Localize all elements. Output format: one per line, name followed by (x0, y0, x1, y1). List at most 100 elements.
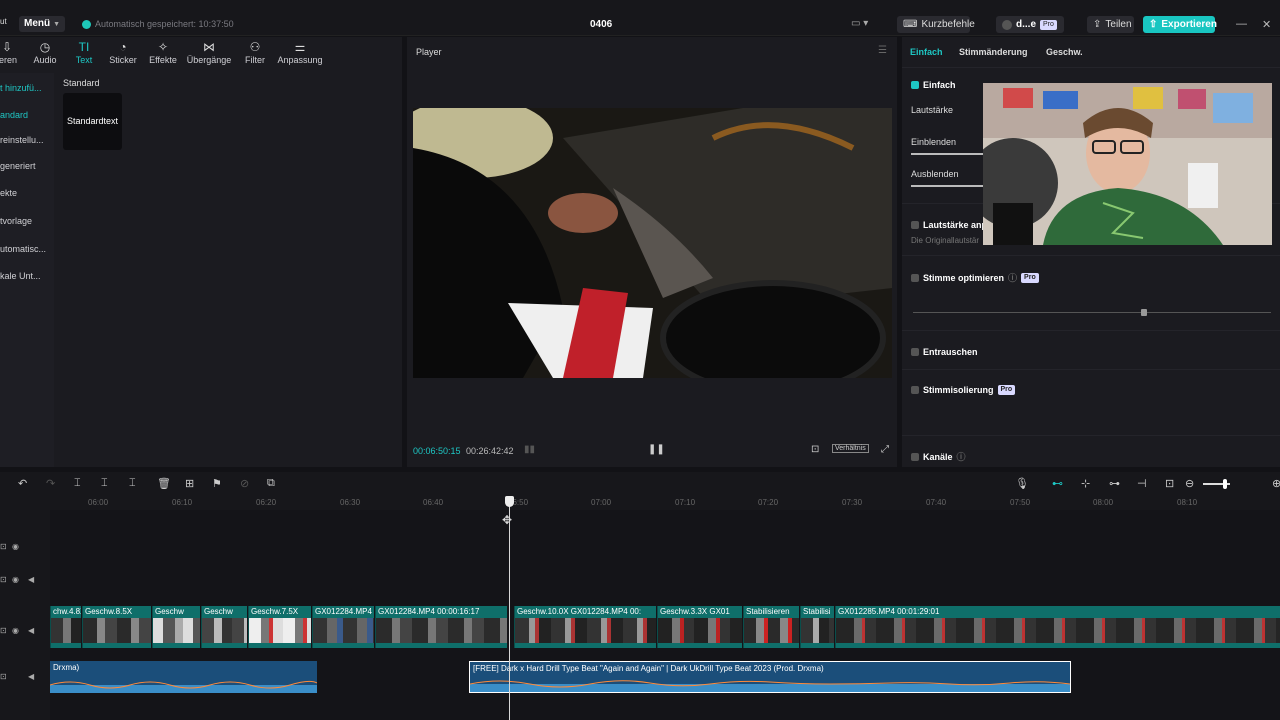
lock-icon[interactable]: ⊡ (0, 672, 7, 681)
clip-thumbnails (202, 618, 247, 643)
crop-icon[interactable]: ⊞ (185, 477, 194, 490)
lock-icon[interactable]: ⊡ (0, 542, 7, 551)
freeze-icon[interactable]: ⊘ (240, 477, 249, 490)
video-clip[interactable]: GX012284.MP4 (312, 606, 374, 648)
aspect-ratio-button[interactable]: Verhältnis (832, 444, 869, 453)
tab-adjust[interactable]: ⚌ Anpassung (275, 39, 325, 65)
eye-icon[interactable]: ◉ (12, 575, 19, 584)
tab-text[interactable]: TI Text (72, 39, 96, 65)
checkbox-icon (911, 452, 919, 461)
tab-speed[interactable]: Geschw. (1046, 47, 1083, 57)
lock-icon[interactable]: ⊡ (0, 575, 7, 584)
zoom-in-icon[interactable]: ⊕ (1272, 477, 1280, 490)
sidebar-item-presets[interactable]: reinstellu... (0, 135, 44, 145)
tab-effects[interactable]: ✧ Effekte (147, 39, 179, 65)
tab-basic[interactable]: Einfach (910, 47, 943, 57)
video-clip[interactable]: GX012285.MP4 00:01:29:01 (835, 606, 1280, 648)
shortcuts-button[interactable]: ⌨ Kurzbefehle (897, 16, 975, 33)
speaker-icon[interactable]: ◀ (28, 626, 34, 635)
flag-icon[interactable]: ⚑ (212, 477, 222, 490)
main-track-magnet-icon[interactable]: ⊷ (1052, 477, 1063, 490)
pause-button[interactable]: ❚❚ (648, 444, 665, 455)
zoom-slider[interactable] (1203, 479, 1230, 489)
redo-icon[interactable]: ↷ (46, 477, 55, 490)
volume-label: Lautstärke (911, 105, 954, 115)
preview-axis-icon[interactable]: ⊣ (1137, 477, 1147, 490)
slider-handle[interactable] (1141, 309, 1147, 316)
auto-reframe-icon[interactable]: ⧉ (267, 477, 275, 490)
speaker-icon[interactable]: ◀ (28, 672, 34, 681)
video-clip[interactable]: Geschw.10.0X GX012284.MP4 00: (514, 606, 656, 648)
speaker-icon[interactable]: ◀ (28, 575, 34, 584)
fade-in-slider[interactable] (911, 153, 983, 155)
user-account-button[interactable]: d...e Pro (996, 16, 1064, 33)
audio-clip-selected[interactable]: [FREE] Dark x Hard Drill Type Beat "Agai… (469, 661, 1071, 693)
video-clip[interactable]: Geschw.3.3X GX01 (657, 606, 742, 648)
menu-button[interactable]: Menü ▼ (19, 16, 65, 32)
zoom-out-icon[interactable]: ⊖ (1185, 477, 1194, 490)
sidebar-item-generated[interactable]: generiert (0, 161, 36, 171)
voice-isolation-toggle[interactable]: Stimmisolierung Pro (911, 385, 1016, 395)
basic-section[interactable]: Einfach (911, 80, 956, 90)
microphone-icon[interactable]: 🎙 (1015, 477, 1029, 490)
video-clip[interactable]: chw.4.8X (50, 606, 81, 648)
share-button[interactable]: ⇪ Teilen (1087, 16, 1134, 33)
sidebar-item-local[interactable]: kale Unt... (0, 271, 41, 281)
default-text-card[interactable]: Standardtext (63, 93, 122, 150)
voice-strength-slider[interactable] (913, 309, 1271, 316)
video-preview[interactable] (413, 108, 892, 378)
auto-snap-icon[interactable]: ⊹ (1081, 477, 1090, 490)
divider (902, 435, 1280, 436)
fullscreen-icon[interactable]: ⤢ (881, 444, 889, 455)
sidebar-item-add-text[interactable]: t hinzufü... (0, 83, 42, 93)
video-clip[interactable]: GX012284.MP4 00:00:16:17 (375, 606, 507, 648)
delete-icon[interactable]: 🗑 (157, 477, 171, 490)
split-left-icon[interactable]: ⌶ (101, 477, 108, 490)
video-clip[interactable]: Geschw (201, 606, 247, 648)
sidebar-item-auto[interactable]: utomatisc... (0, 244, 46, 254)
export-icon: ⇧ (1149, 19, 1158, 30)
tab-voice-change[interactable]: Stimmänderung (959, 47, 1028, 57)
layout-icon[interactable]: ▭ ▾ (851, 18, 873, 30)
sidebar-item-effects[interactable]: ekte (0, 188, 17, 198)
playhead[interactable] (505, 496, 514, 720)
marker-icon[interactable]: ▮▮ (524, 444, 535, 455)
fade-out-slider[interactable] (911, 185, 983, 187)
video-clip[interactable]: Stabilisi (800, 606, 834, 648)
sidebar-item-standard[interactable]: andard (0, 110, 28, 120)
tab-import[interactable]: ⇩ieren (0, 39, 22, 65)
video-clip[interactable]: Geschw.8.5X (82, 606, 151, 648)
audio-clip[interactable]: Drxma) (50, 661, 317, 693)
export-button[interactable]: ⇧ Exportieren (1143, 16, 1217, 33)
minimize-icon[interactable]: — (1236, 18, 1247, 30)
link-icon[interactable]: ⊶ (1109, 477, 1120, 490)
tab-transitions[interactable]: ⋈ Übergänge (185, 39, 233, 65)
playhead-handle[interactable] (505, 496, 514, 507)
tab-audio[interactable]: ◷ Audio (30, 39, 60, 65)
tab-filter[interactable]: ⚇ Filter (243, 39, 267, 65)
fit-icon[interactable]: ⊡ (1165, 477, 1174, 490)
category-title: Standard (63, 78, 100, 88)
eye-icon[interactable]: ◉ (12, 542, 19, 551)
undo-icon[interactable]: ↶ (18, 477, 27, 490)
close-icon[interactable]: ✕ (1262, 18, 1271, 31)
screenshot-icon[interactable]: ⊡ (811, 444, 819, 455)
tab-label: Effekte (149, 55, 177, 65)
split-right-icon[interactable]: ⌶ (129, 477, 136, 490)
video-clip[interactable]: Geschw.7.5X (248, 606, 311, 648)
video-clip[interactable]: Stabilisieren (743, 606, 799, 648)
sidebar-item-templates[interactable]: tvorlage (0, 216, 32, 226)
share-icon: ⇪ (1093, 19, 1102, 30)
enhance-voice-toggle[interactable]: Stimme optimieren ⓘ Pro (911, 271, 1039, 284)
channels-toggle[interactable]: Kanäle ⓘ (911, 450, 966, 463)
lock-icon[interactable]: ⊡ (0, 626, 7, 635)
denoise-toggle[interactable]: Entrauschen (911, 347, 978, 357)
menu-icon[interactable]: ☰ (878, 45, 887, 56)
video-clip[interactable]: Geschw (152, 606, 200, 648)
eye-icon[interactable]: ◉ (12, 626, 19, 635)
tab-sticker[interactable]: ◔ Sticker (107, 39, 139, 65)
time-ruler[interactable]: 06:00 06:10 06:20 06:30 06:40 06:50 07:0… (0, 494, 1280, 510)
zoom-handle[interactable] (1223, 479, 1227, 489)
normalize-volume-toggle[interactable]: Lautstärke anp (911, 220, 987, 230)
split-icon[interactable]: ⌶ (74, 477, 81, 490)
